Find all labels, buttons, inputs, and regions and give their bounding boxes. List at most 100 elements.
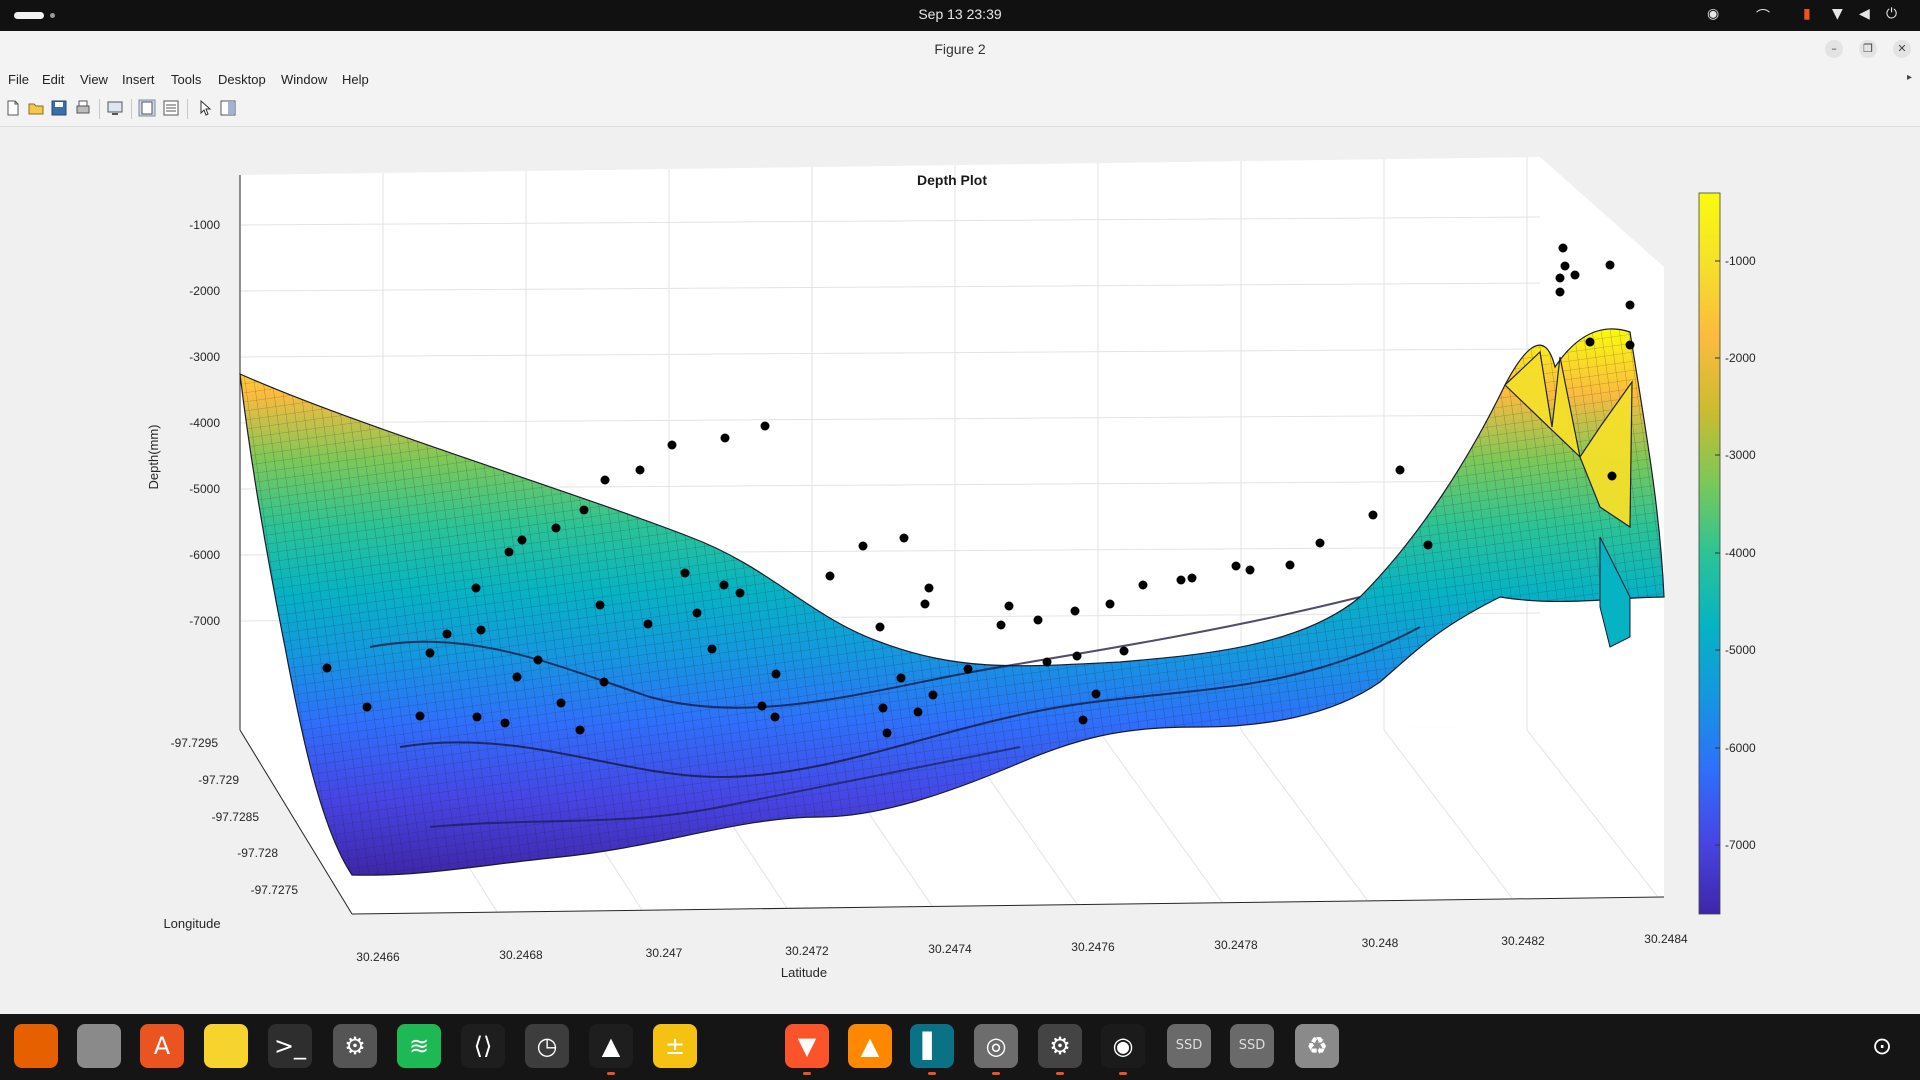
link-plot-icon[interactable] [106, 99, 124, 117]
system-settings-glyph: ⚙ [1049, 1032, 1071, 1060]
maximize-button[interactable]: ❐ [1859, 40, 1877, 58]
sample-point [1570, 270, 1580, 280]
save-icon[interactable] [50, 99, 68, 117]
sample-point [1231, 561, 1241, 571]
sample-point [1072, 651, 1082, 661]
plot-browser-icon[interactable] [219, 99, 237, 117]
sample-point [1368, 510, 1378, 520]
sample-point [556, 698, 566, 708]
window-title-bar[interactable]: Figure 2 – ❐ ✕ [0, 31, 1920, 69]
minimize-button[interactable]: – [1825, 40, 1843, 58]
sample-point [551, 523, 561, 533]
sample-point [512, 672, 522, 682]
sample-point [1625, 340, 1635, 350]
dock-spotify-icon[interactable]: ≋ [397, 1024, 441, 1068]
sample-point [963, 664, 973, 674]
menu-insert[interactable]: Insert [122, 72, 155, 87]
menu-file[interactable]: File [8, 72, 29, 87]
z-tick: -4000 [189, 416, 220, 430]
x-tick: 30.2472 [785, 944, 829, 958]
dock-app-center-icon[interactable]: A [140, 1024, 184, 1068]
sample-point [533, 655, 543, 665]
sample-point [719, 580, 729, 590]
dock-ssd-drive-icon[interactable]: SSD [1167, 1024, 1211, 1068]
x-tick: 30.2484 [1644, 932, 1688, 946]
dock-matlab-icon[interactable]: ▲ [589, 1024, 633, 1075]
edit-plot-arrow-icon[interactable] [196, 99, 214, 117]
mic-icon[interactable]: ▮ [1803, 6, 1811, 22]
wifi-icon[interactable]: ▼ [1832, 6, 1843, 22]
new-figure-icon[interactable] [4, 99, 22, 117]
print-icon[interactable] [74, 99, 92, 117]
menu-view[interactable]: View [80, 72, 108, 87]
property-inspector-icon[interactable] [162, 99, 180, 117]
matlab-glyph: ▲ [601, 1032, 621, 1060]
sample-point [575, 725, 585, 735]
toolbar-overflow-icon[interactable]: ▸ [1907, 72, 1912, 83]
colorbar-tick: -5000 [1725, 643, 1756, 657]
plot-title: Depth Plot [917, 172, 987, 188]
dock-brave-icon[interactable]: ▼ [785, 1024, 829, 1075]
menu-tools[interactable]: Tools [171, 72, 201, 87]
dock-firefox-icon[interactable] [14, 1024, 58, 1068]
spotify-glyph: ≋ [408, 1032, 430, 1060]
dock-disk-utility-icon[interactable]: ◎ [974, 1024, 1018, 1075]
sample-point [599, 677, 609, 687]
close-button[interactable]: ✕ [1893, 40, 1911, 58]
obs-studio-glyph: ◉ [1112, 1032, 1134, 1060]
dock-figure-icon[interactable] [138, 99, 156, 117]
surface-plot[interactable]: Depth Plot -1000 -2000 -3000 -4000 -5000… [0, 127, 1920, 1014]
dock: A >_ ⚙ ≋ ⟨⟩ ◷ ▲ ± ▼ ▲ ▌ ◎ ⚙ ◉ SSD SSD ♻ ⊙ [0, 1014, 1920, 1080]
y-tick: -97.7275 [251, 883, 299, 897]
dock-settings-icon[interactable]: ⚙ [333, 1024, 377, 1068]
dock-terminal-icon[interactable]: >_ [268, 1024, 312, 1068]
dock-vlc-icon[interactable]: ▲ [848, 1024, 892, 1068]
x-tick: 30.2474 [928, 942, 972, 956]
colorbar-tick: -7000 [1725, 838, 1756, 852]
dock-pycharm-icon[interactable]: ▌ [910, 1024, 954, 1075]
dock-text-editor-icon[interactable] [204, 1024, 248, 1068]
hotspot-icon[interactable]: ⌒ [1756, 6, 1770, 26]
power-icon[interactable]: ⏻ [1886, 6, 1897, 22]
dock-calculator-icon[interactable]: ± [653, 1024, 697, 1068]
colorbar-tick: -1000 [1725, 254, 1756, 268]
sample-point [500, 718, 510, 728]
dock-ssd-drive-2-icon[interactable]: SSD [1230, 1024, 1274, 1068]
figure-canvas[interactable]: Depth Plot -1000 -2000 -3000 -4000 -5000… [0, 127, 1920, 1014]
sample-point [770, 712, 780, 722]
x-tick: 30.2468 [499, 948, 543, 962]
sample-point [692, 608, 702, 618]
colorbar-tick: -3000 [1725, 448, 1756, 462]
sample-point [1423, 540, 1433, 550]
window-title: Figure 2 [934, 41, 986, 57]
sample-point [896, 673, 906, 683]
sample-point [1078, 715, 1088, 725]
open-folder-icon[interactable] [27, 99, 45, 117]
sample-point [476, 625, 486, 635]
menu-window[interactable]: Window [281, 72, 327, 87]
sample-point [680, 568, 690, 578]
y-tick: -97.7295 [171, 736, 219, 750]
sample-point [1285, 560, 1295, 570]
menu-help[interactable]: Help [342, 72, 369, 87]
sample-point [996, 620, 1006, 630]
sample-point [825, 571, 835, 581]
dock-trash-icon[interactable]: ♻ [1295, 1024, 1339, 1068]
show-apps-glyph: ⊙ [1871, 1032, 1893, 1060]
dock-system-settings-icon[interactable]: ⚙ [1038, 1024, 1082, 1075]
dock-obs-studio-icon[interactable]: ◉ [1101, 1024, 1145, 1075]
sample-point [362, 702, 372, 712]
toolbar-separator [187, 99, 188, 119]
dock-clock-icon[interactable]: ◷ [525, 1024, 569, 1068]
dock-show-apps-icon[interactable]: ⊙ [1860, 1024, 1904, 1068]
volume-icon[interactable]: ◀ [1859, 6, 1870, 22]
chrome-remote-icon[interactable]: ◉ [1707, 6, 1719, 22]
menu-edit[interactable]: Edit [42, 72, 64, 87]
sample-point [1245, 565, 1255, 575]
dock-vscode-icon[interactable]: ⟨⟩ [461, 1024, 505, 1068]
datetime-display[interactable]: Sep 13 23:39 [0, 6, 1920, 22]
colorbar[interactable]: -1000 -2000 -3000 -4000 -5000 -6000 -700… [1698, 192, 1756, 915]
dock-files-icon[interactable] [77, 1024, 121, 1068]
y-tick: -97.729 [198, 773, 239, 787]
menu-desktop[interactable]: Desktop [218, 72, 266, 87]
